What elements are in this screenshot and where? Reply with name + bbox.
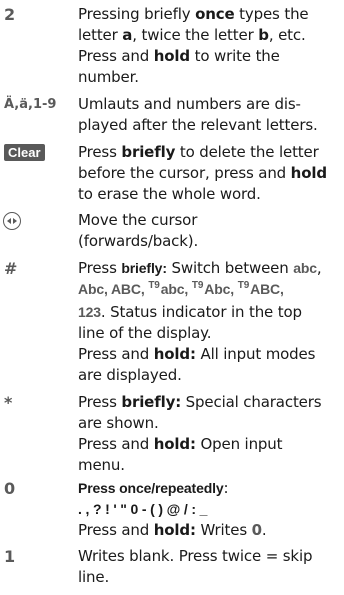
key-label: 2 xyxy=(4,5,16,24)
key-label: * xyxy=(4,393,13,412)
key-label: 0 xyxy=(4,479,16,498)
key-label: # xyxy=(4,259,18,278)
clear-key-badge: Clear xyxy=(4,144,45,161)
key-label: Ä,ä,1-9 xyxy=(4,97,57,112)
key-label: 1 xyxy=(4,547,16,566)
entry-description: Press once/repeatedly: . , ? ! ' " 0 - (… xyxy=(78,479,267,539)
navigation-left-right-icon xyxy=(3,212,21,230)
entry-description: Writes blank. Press twice = skip line. xyxy=(78,547,313,586)
entry-description: Move the cursor (forwards/back). xyxy=(78,211,199,250)
entry-description: Umlauts and numbers are dis- played afte… xyxy=(78,95,318,134)
entry-description: Press briefly: Special characters are sh… xyxy=(78,393,322,474)
entry-description: Pressing briefly once types the letter a… xyxy=(78,5,309,86)
entry-description: Press briefly: Switch between abc, Abc, … xyxy=(78,259,322,384)
entry-description: Press briefly to delete the letter befor… xyxy=(78,143,327,203)
